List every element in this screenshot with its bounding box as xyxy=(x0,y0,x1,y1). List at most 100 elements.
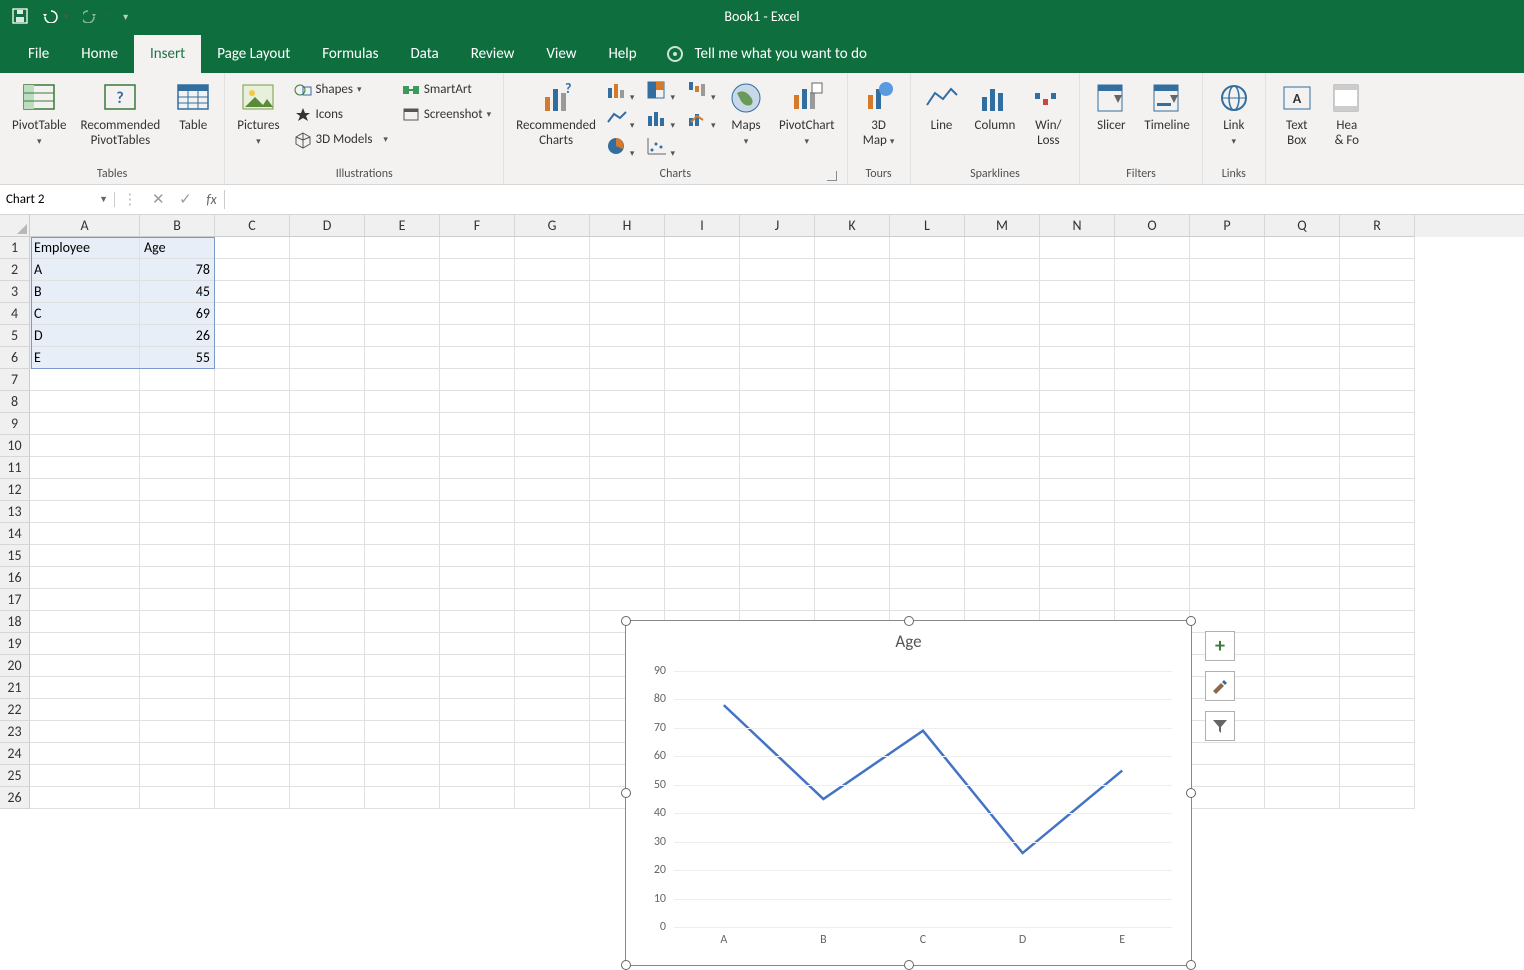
cell[interactable] xyxy=(440,237,515,259)
cell[interactable]: 55 xyxy=(140,347,215,369)
cell[interactable] xyxy=(1265,369,1340,391)
cell[interactable] xyxy=(440,259,515,281)
cell[interactable] xyxy=(440,721,515,743)
cell[interactable]: 45 xyxy=(140,281,215,303)
cell[interactable] xyxy=(590,369,665,391)
cell[interactable] xyxy=(665,523,740,545)
row-header[interactable]: 12 xyxy=(0,479,30,501)
cell[interactable] xyxy=(515,589,590,611)
cell[interactable] xyxy=(140,589,215,611)
cell[interactable] xyxy=(290,303,365,325)
cell[interactable] xyxy=(965,325,1040,347)
cell[interactable] xyxy=(440,611,515,633)
pictures-button[interactable]: Pictures▾ xyxy=(233,77,283,149)
cell[interactable] xyxy=(30,765,140,787)
cell[interactable] xyxy=(815,325,890,347)
cell[interactable] xyxy=(440,787,515,809)
cell[interactable] xyxy=(365,611,440,633)
row-header[interactable]: 20 xyxy=(0,655,30,677)
cell[interactable] xyxy=(1265,633,1340,655)
cell[interactable] xyxy=(1040,567,1115,589)
cell[interactable] xyxy=(815,435,890,457)
cell[interactable] xyxy=(440,655,515,677)
cell[interactable] xyxy=(290,611,365,633)
tell-me[interactable]: Tell me what you want to do xyxy=(653,35,881,73)
cell[interactable] xyxy=(815,237,890,259)
row-header[interactable]: 8 xyxy=(0,391,30,413)
cell[interactable] xyxy=(515,787,590,809)
table-button[interactable]: Table xyxy=(170,77,216,134)
cell[interactable] xyxy=(30,435,140,457)
cell[interactable] xyxy=(1190,787,1265,809)
cell[interactable] xyxy=(365,787,440,809)
cell[interactable] xyxy=(965,281,1040,303)
cell[interactable] xyxy=(1340,721,1415,743)
cell[interactable] xyxy=(515,655,590,677)
cell[interactable] xyxy=(215,325,290,347)
cell[interactable] xyxy=(365,589,440,611)
cell[interactable] xyxy=(1265,413,1340,435)
cell[interactable] xyxy=(890,413,965,435)
cell[interactable] xyxy=(30,677,140,699)
chart-column-icon[interactable]: ▾ xyxy=(606,80,635,105)
cell[interactable] xyxy=(965,303,1040,325)
cell[interactable] xyxy=(1265,721,1340,743)
cell[interactable]: Employee xyxy=(30,237,140,259)
cell[interactable] xyxy=(215,435,290,457)
cell[interactable] xyxy=(965,369,1040,391)
redo-icon[interactable]: ▾ xyxy=(83,9,110,23)
cancel-icon[interactable]: ✕ xyxy=(152,190,165,209)
tab-formulas[interactable]: Formulas xyxy=(306,35,394,73)
cell[interactable] xyxy=(1115,259,1190,281)
col-header[interactable]: B xyxy=(140,215,215,237)
cell[interactable] xyxy=(365,765,440,787)
cell[interactable] xyxy=(1040,281,1115,303)
cell[interactable] xyxy=(1040,413,1115,435)
3d-map-button[interactable]: 3D Map ▾ xyxy=(856,77,902,149)
cell[interactable] xyxy=(1190,259,1265,281)
cell[interactable] xyxy=(1265,589,1340,611)
cell[interactable] xyxy=(515,743,590,765)
col-header[interactable]: E xyxy=(365,215,440,237)
cell[interactable] xyxy=(440,281,515,303)
cell[interactable] xyxy=(890,589,965,611)
cell[interactable] xyxy=(665,347,740,369)
cell[interactable] xyxy=(290,589,365,611)
cell[interactable] xyxy=(590,391,665,413)
col-header[interactable]: I xyxy=(665,215,740,237)
cell[interactable] xyxy=(965,545,1040,567)
cell[interactable] xyxy=(440,479,515,501)
cell[interactable] xyxy=(815,545,890,567)
cell[interactable] xyxy=(590,545,665,567)
cell[interactable] xyxy=(365,369,440,391)
cell[interactable]: B xyxy=(30,281,140,303)
cell[interactable] xyxy=(1340,633,1415,655)
cell[interactable] xyxy=(665,413,740,435)
cell[interactable] xyxy=(1115,281,1190,303)
cell[interactable] xyxy=(1190,501,1265,523)
cell[interactable] xyxy=(665,479,740,501)
cell[interactable] xyxy=(215,589,290,611)
fx-icon[interactable]: fx xyxy=(206,191,216,208)
cell[interactable] xyxy=(140,655,215,677)
cell[interactable] xyxy=(590,501,665,523)
cell[interactable] xyxy=(515,303,590,325)
cell[interactable] xyxy=(1115,457,1190,479)
tab-insert[interactable]: Insert xyxy=(134,35,201,73)
cell[interactable] xyxy=(140,435,215,457)
slicer-button[interactable]: Slicer xyxy=(1088,77,1134,134)
cell[interactable] xyxy=(215,567,290,589)
cell[interactable] xyxy=(740,237,815,259)
cell[interactable] xyxy=(665,281,740,303)
formula-input[interactable] xyxy=(225,185,1524,214)
cell[interactable] xyxy=(140,391,215,413)
cell[interactable] xyxy=(440,369,515,391)
cell[interactable] xyxy=(30,523,140,545)
chart-elements-button[interactable]: + xyxy=(1205,631,1235,661)
tab-view[interactable]: View xyxy=(530,35,592,73)
cell[interactable] xyxy=(365,655,440,677)
cell[interactable] xyxy=(440,589,515,611)
cell[interactable] xyxy=(1265,743,1340,765)
cell[interactable] xyxy=(290,545,365,567)
cell[interactable] xyxy=(815,369,890,391)
